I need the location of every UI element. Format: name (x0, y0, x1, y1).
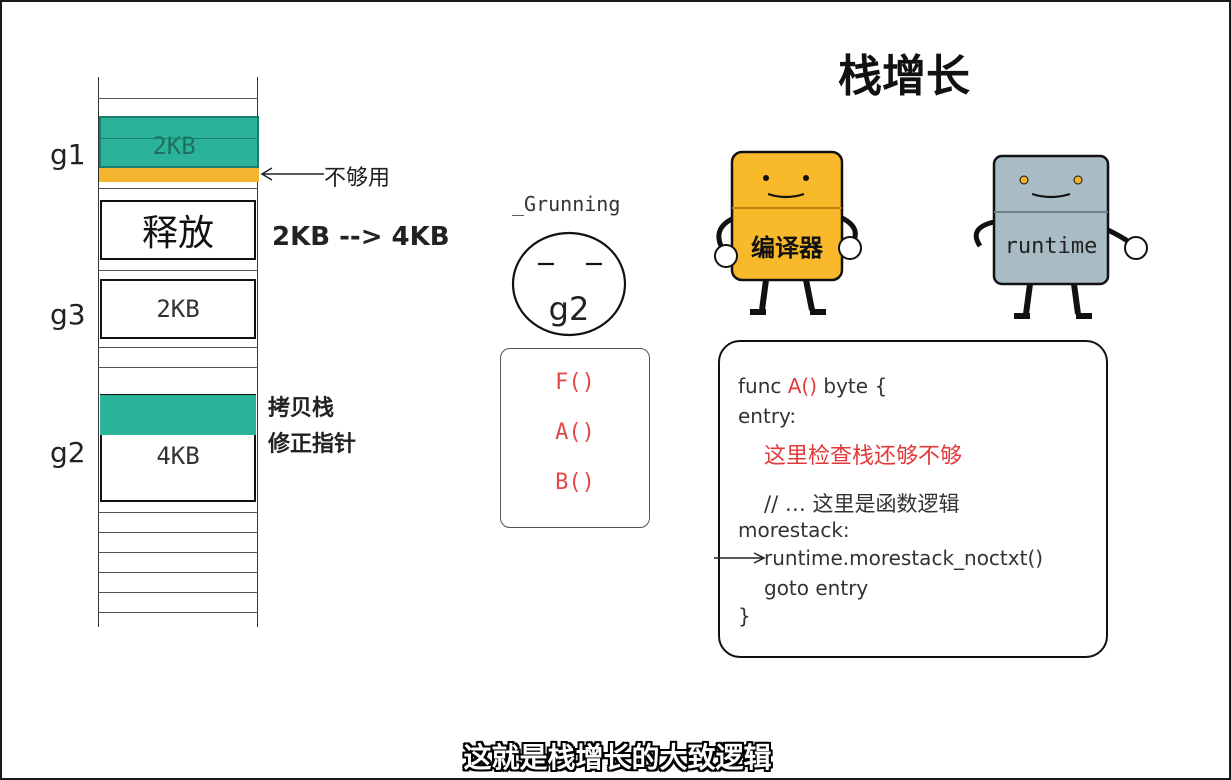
code-func-name: A() (787, 374, 818, 398)
g1-block-line (99, 138, 259, 139)
g3-stack-block: 2KB (100, 279, 256, 339)
code-line-comment: // … 这里是函数逻辑 (764, 492, 960, 516)
copy-note-line2: 修正指针 (268, 432, 357, 457)
arrow-right-icon (714, 552, 766, 564)
memory-divider (98, 270, 258, 271)
g3-label: g3 (50, 298, 86, 331)
memory-divider (98, 572, 258, 573)
code-line-func: func A() byte { (738, 374, 887, 398)
code-line-check: 这里检查栈还够不够 (764, 444, 963, 469)
g1-block-label: 2KB (152, 132, 196, 160)
freed-block: 释放 (100, 200, 256, 260)
arrow-left-icon (260, 167, 324, 181)
g1-note: 不够用 (324, 166, 391, 191)
g2-copied-region (100, 395, 256, 435)
memory-divider (98, 367, 258, 368)
stack-frame: B() (555, 470, 595, 495)
g2-label: g2 (50, 436, 86, 469)
code-line-call: runtime.morestack_noctxt() (764, 546, 1044, 570)
g1-label: g1 (50, 138, 86, 171)
code-func-sig: byte { (817, 374, 888, 398)
slide-frame: 栈增长 g1 2KB 不够用 释放 2KB --> 4KB g3 2KB g2 … (0, 0, 1231, 780)
memory-divider (98, 552, 258, 553)
code-line-entry: entry: (738, 404, 797, 428)
code-line-morestack: morestack: (738, 518, 850, 542)
memory-divider (98, 512, 258, 513)
code-keyword: func (738, 374, 788, 398)
memory-divider (98, 347, 258, 348)
goroutine-name: g2 (548, 290, 590, 328)
memory-divider (98, 98, 258, 99)
memory-divider (98, 188, 258, 189)
memory-divider (98, 592, 258, 593)
code-line-goto: goto entry (764, 576, 869, 600)
copy-note-line1: 拷贝栈 (268, 396, 335, 421)
g2-block-label: 4KB (156, 442, 200, 470)
slide-title: 栈增长 (838, 51, 970, 102)
stack-frame: A() (555, 420, 595, 445)
goroutine-state-label: _Grunning (512, 192, 621, 216)
compiler-label: 编译器 (751, 234, 823, 262)
code-line-close: } (738, 604, 751, 628)
memory-divider (98, 612, 258, 613)
runtime-label: runtime (1004, 234, 1098, 259)
stack-frame: F() (555, 370, 595, 395)
memory-divider (98, 532, 258, 533)
video-subtitle: 这就是栈增长的大致逻辑 (463, 741, 772, 774)
grow-note: 2KB --> 4KB (272, 222, 450, 252)
